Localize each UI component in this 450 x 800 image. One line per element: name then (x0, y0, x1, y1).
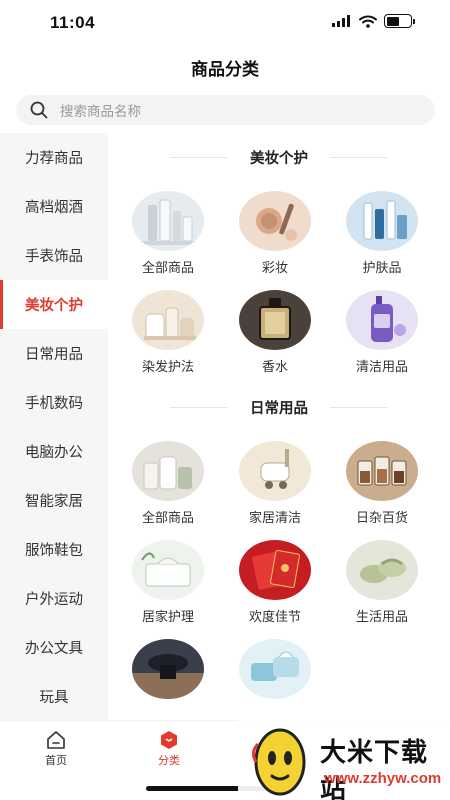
section-header-daily: 日常用品 (108, 397, 450, 417)
page-title: 商品分类 (191, 60, 259, 79)
divider (330, 157, 388, 158)
sidebar-item-toys[interactable]: 玩具 (0, 672, 108, 721)
category-tile-hair-care[interactable]: 染发护法 (118, 290, 218, 380)
tab-category[interactable]: 分类 (139, 729, 199, 769)
red-envelope-icon (239, 540, 311, 600)
makeup-palette-icon (239, 191, 311, 251)
sidebar-item-stationery[interactable]: 办公文具 (0, 623, 108, 672)
category-tile-all-beauty[interactable]: 全部商品 (118, 191, 218, 281)
category-tile-cleaning[interactable]: 清洁用品 (332, 290, 432, 380)
tab-home-label: 首页 (45, 755, 67, 767)
category-label: 清洁用品 (355, 359, 408, 374)
status-time: 11:04 (50, 13, 96, 32)
search-input[interactable]: 搜索商品名称 (16, 95, 435, 125)
sidebar-item-smart-home[interactable]: 智能家居 (0, 476, 108, 525)
sidebar-item-outdoor-sports[interactable]: 户外运动 (0, 574, 108, 623)
food-containers-icon (346, 441, 418, 501)
watermark-url: www.zzhyw.com (324, 770, 442, 787)
section-title: 日常用品 (250, 401, 308, 417)
category-sidebar: 力荐商品 高档烟酒 手表饰品 美妆个护 日常用品 手机数码 电脑办公 智能家居 … (0, 133, 108, 720)
category-label: 欢度佳节 (248, 609, 301, 624)
wet-wipes-icon (239, 639, 311, 699)
search-placeholder: 搜索商品名称 (60, 104, 141, 119)
sidebar-item-computer-office[interactable]: 电脑办公 (0, 427, 108, 476)
vacuum-cleaner-icon (239, 441, 311, 501)
section-header-beauty: 美妆个护 (108, 147, 450, 167)
status-icons (332, 14, 415, 28)
signal-icon (332, 15, 350, 27)
divider (330, 407, 388, 408)
category-tile-wipes[interactable] (225, 639, 325, 720)
cleaning-bottle-icon (346, 290, 418, 350)
hair-care-jars-icon (132, 290, 204, 350)
sidebar-item-watches-jewelry[interactable]: 手表饰品 (0, 231, 108, 280)
watermark-title: 大米下载站 (320, 737, 429, 800)
category-label: 家居清洁 (248, 510, 301, 525)
section-title: 美妆个护 (250, 151, 308, 167)
category-tile-device[interactable] (118, 639, 218, 720)
battery-icon (384, 14, 415, 28)
sidebar-item-recommended[interactable]: 力荐商品 (0, 133, 108, 182)
category-tile-groceries[interactable]: 日杂百货 (332, 441, 432, 531)
category-tile-living[interactable]: 生活用品 (332, 540, 432, 630)
wifi-icon (359, 15, 377, 28)
sidebar-item-daily-goods[interactable]: 日常用品 (0, 329, 108, 378)
sidebar-item-tobacco-liquor[interactable]: 高档烟酒 (0, 182, 108, 231)
category-tile-skincare[interactable]: 护肤品 (332, 191, 432, 281)
slippers-icon (346, 540, 418, 600)
category-tile-perfume[interactable]: 香水 (225, 290, 325, 380)
speaker-device-icon (132, 639, 204, 699)
category-tile-makeup[interactable]: 彩妆 (225, 191, 325, 281)
category-content: 美妆个护 全部商品 彩妆 护肤品 染发护法 香水 清洁用品 日常用品 全部商品 … (108, 133, 450, 720)
category-label: 全部商品 (141, 510, 194, 525)
status-bar: 11:04 (0, 0, 450, 46)
category-label: 护肤品 (362, 260, 402, 275)
category-label: 彩妆 (261, 260, 288, 275)
category-label: 日杂百货 (355, 510, 408, 525)
tab-category-label: 分类 (158, 755, 180, 767)
category-label: 香水 (261, 359, 288, 374)
sidebar-item-beauty-care[interactable]: 美妆个护 (0, 280, 108, 329)
category-tile-all-daily[interactable]: 全部商品 (118, 441, 218, 531)
watermark: 大米下载站 www.zzhyw.com (238, 718, 450, 800)
sidebar-item-apparel-bags[interactable]: 服饰鞋包 (0, 525, 108, 574)
category-label: 染发护法 (141, 359, 194, 374)
category-cube-icon (161, 731, 177, 749)
category-tile-home-care[interactable]: 居家护理 (118, 540, 218, 630)
home-icon (47, 731, 65, 749)
category-label: 居家护理 (141, 609, 194, 624)
category-label: 全部商品 (141, 260, 194, 275)
skincare-bottles-icon (132, 191, 204, 251)
category-tile-home-cleaning[interactable]: 家居清洁 (225, 441, 325, 531)
rice-mascot-logo-icon (251, 728, 306, 796)
skincare-set-icon (346, 191, 418, 251)
category-label: 生活用品 (355, 609, 408, 624)
perfume-bottle-icon (239, 290, 311, 350)
tab-home[interactable]: 首页 (26, 729, 86, 769)
tissue-box-icon (132, 540, 204, 600)
search-icon (30, 101, 48, 119)
category-tile-festival[interactable]: 欢度佳节 (225, 540, 325, 630)
household-jars-icon (132, 441, 204, 501)
sidebar-item-phones-digital[interactable]: 手机数码 (0, 378, 108, 427)
